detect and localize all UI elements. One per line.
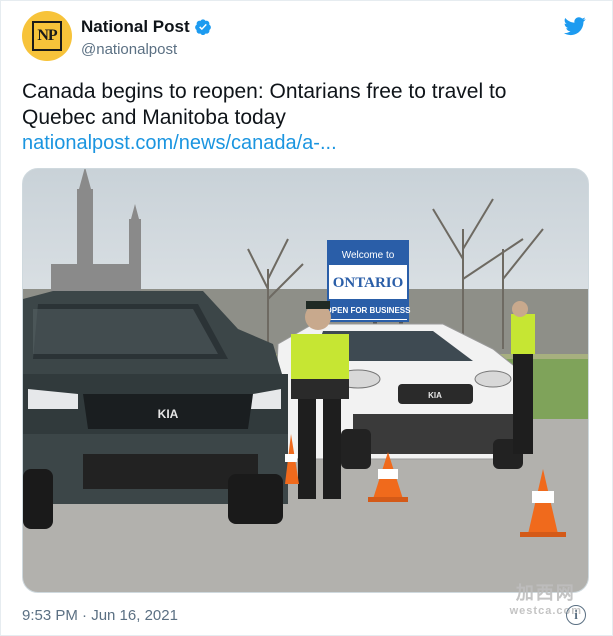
car-badge: KIA — [158, 407, 179, 421]
tweet-card: NP National Post @nationalpost Canada be… — [0, 0, 613, 636]
tweet-text-line2: Quebec and Manitoba today — [22, 106, 286, 129]
author-handle[interactable]: @nationalpost — [81, 41, 177, 58]
author-name-row[interactable]: National Post — [81, 17, 212, 37]
tweet-text: Canada begins to reopen: Ontarians free … — [22, 79, 592, 131]
verified-badge-icon — [194, 19, 211, 36]
tweet-photo[interactable]: Welcome to ONTARIO OPEN FOR BUSINESS KIA — [22, 168, 589, 593]
sign-open: OPEN FOR BUSINESS — [326, 306, 412, 315]
watermark-cn: 加西网 — [515, 583, 576, 603]
article-link[interactable]: nationalpost.com/news/canada/a-... — [22, 132, 337, 155]
car2-badge: KIA — [428, 391, 442, 400]
sign-welcome: Welcome to — [342, 250, 395, 261]
author-name[interactable]: National Post — [81, 17, 190, 37]
sign-ontario: ONTARIO — [333, 275, 404, 291]
twitter-bird-icon[interactable] — [562, 15, 588, 37]
officer-right — [511, 301, 535, 454]
photo-illustration: Welcome to ONTARIO OPEN FOR BUSINESS KIA — [23, 169, 588, 592]
info-icon[interactable]: i — [566, 605, 586, 625]
avatar[interactable]: NP — [22, 11, 72, 61]
avatar-logo: NP — [32, 21, 62, 51]
tweet-text-line1: Canada begins to reopen: Ontarians free … — [22, 80, 507, 103]
timestamp[interactable]: 9:53 PM · Jun 16, 2021 — [22, 607, 178, 624]
